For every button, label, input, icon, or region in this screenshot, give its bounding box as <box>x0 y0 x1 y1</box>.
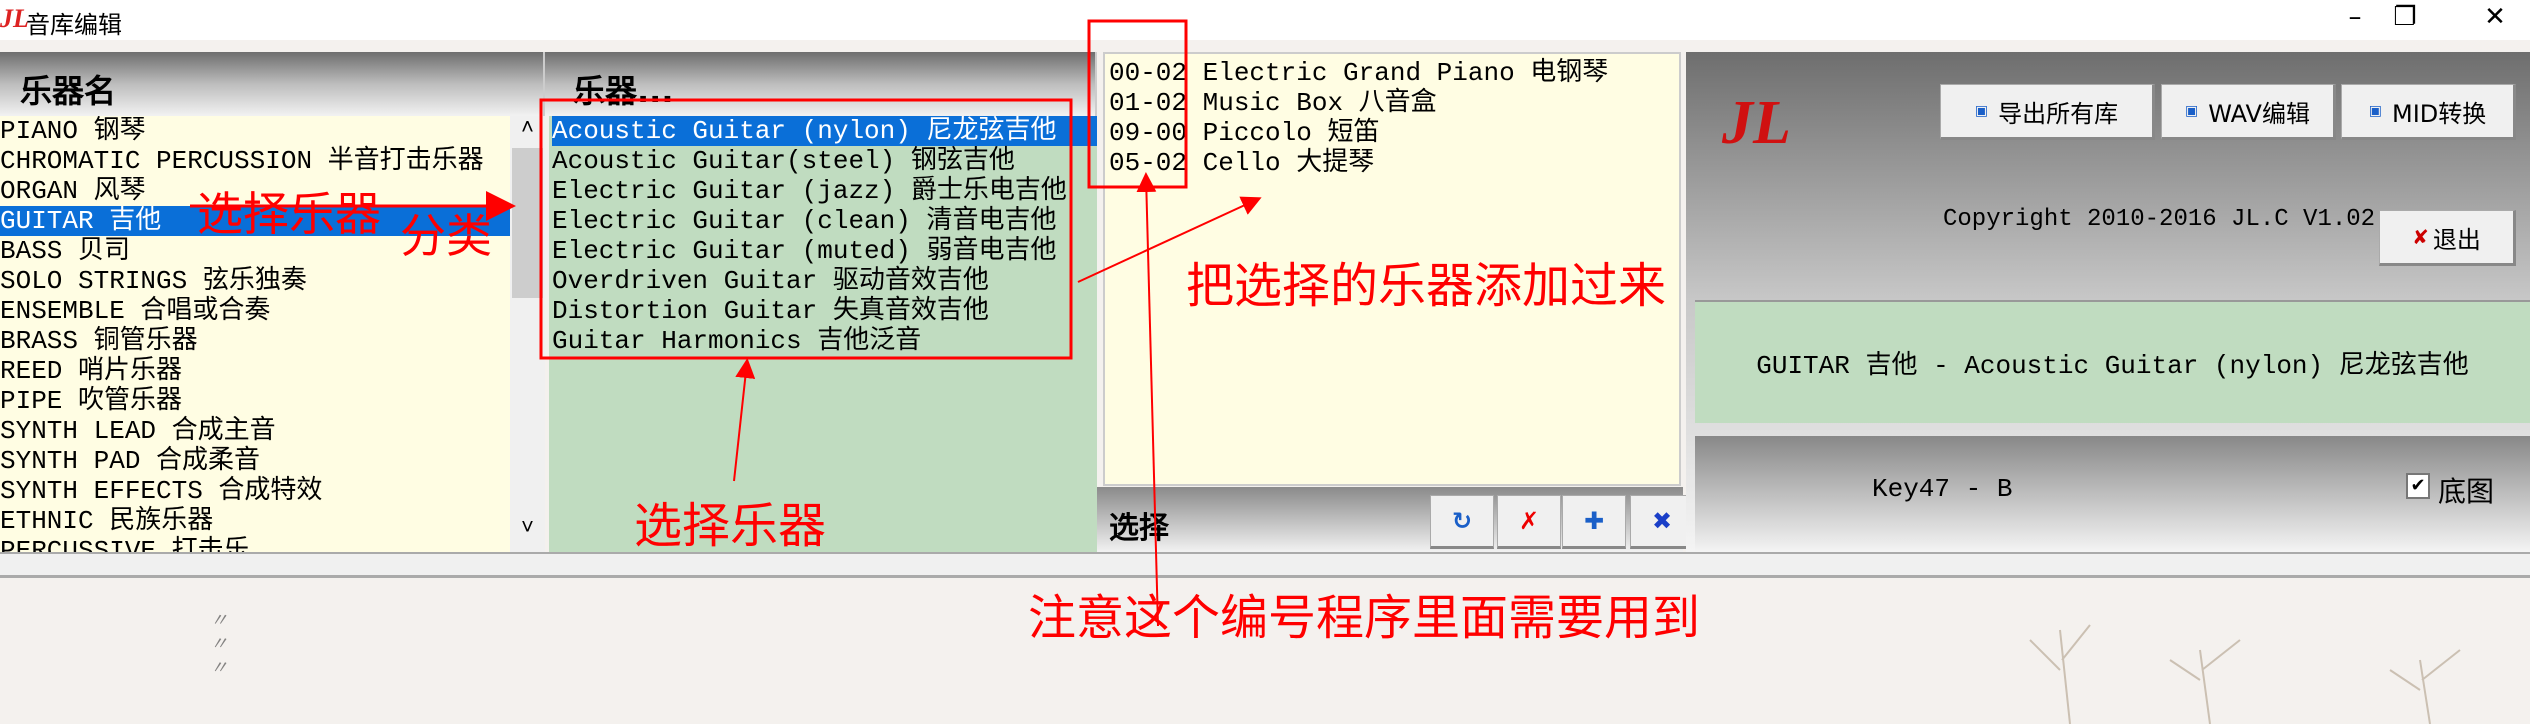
annotation-add-selected: 把选择的乐器添加过来 <box>1186 258 1667 314</box>
annotation-box-instruments <box>539 98 1073 360</box>
annotation-category: 分类 <box>400 209 492 263</box>
annotation-select-category: 选择乐器 <box>197 187 381 241</box>
annotation-box-codes <box>1087 19 1188 189</box>
annotation-note-code: 注意这个编号程序里面需要用到 <box>1028 590 1701 646</box>
annotation-arrow-instrument <box>733 358 756 482</box>
annotation-select-instrument: 选择乐器 <box>634 498 827 554</box>
annotation-arrow-code <box>1136 172 1159 627</box>
